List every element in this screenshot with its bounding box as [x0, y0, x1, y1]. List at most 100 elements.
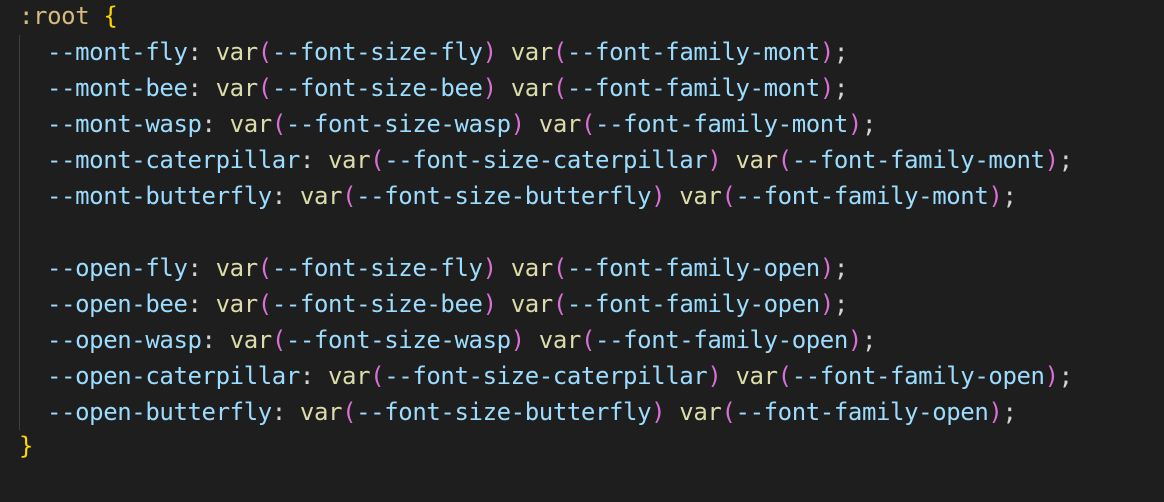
close-paren: ) — [482, 38, 497, 66]
var-function: var — [328, 146, 371, 174]
close-paren: ) — [988, 398, 1003, 426]
declaration-line[interactable]: --open-fly: var(--font-size-fly) var(--f… — [47, 250, 848, 286]
declaration-line[interactable]: --open-caterpillar: var(--font-size-cate… — [47, 358, 1073, 394]
open-paren: ( — [777, 362, 792, 390]
code-editor[interactable]: :root { --mont-fly: var(--font-size-fly)… — [0, 0, 1164, 502]
open-paren: ( — [552, 38, 567, 66]
var-function: var — [299, 182, 343, 210]
var-argument: --font-size-wasp — [285, 326, 511, 354]
var-argument: --font-family-open — [791, 362, 1045, 390]
code-line-1[interactable]: :root { — [19, 0, 118, 34]
open-paren: ( — [257, 290, 272, 318]
close-paren: ) — [1044, 362, 1059, 390]
var-function: var — [229, 110, 273, 138]
colon: : — [299, 362, 328, 390]
declaration-line[interactable]: --mont-wasp: var(--font-size-wasp) var(-… — [47, 106, 876, 142]
var-argument: --font-family-open — [566, 290, 820, 318]
var-function: var — [735, 146, 778, 174]
custom-property-name: --mont-bee — [47, 74, 188, 102]
colon: : — [201, 110, 230, 138]
var-argument: --font-size-butterfly — [356, 182, 652, 210]
close-paren: ) — [819, 254, 834, 282]
var-function: var — [215, 254, 259, 282]
close-brace: } — [19, 432, 34, 460]
close-paren: ) — [651, 182, 666, 210]
close-paren: ) — [819, 290, 834, 318]
var-argument: --font-family-open — [566, 254, 820, 282]
var-argument: --font-family-mont — [791, 146, 1045, 174]
open-paren: ( — [552, 290, 567, 318]
colon: : — [201, 326, 230, 354]
var-argument: --font-family-mont — [566, 38, 820, 66]
close-paren: ) — [847, 110, 862, 138]
custom-property-name: --mont-wasp — [47, 110, 202, 138]
declaration-line[interactable]: --mont-caterpillar: var(--font-size-cate… — [47, 142, 1073, 178]
open-paren: ( — [342, 398, 357, 426]
open-paren: ( — [257, 74, 272, 102]
open-paren: ( — [552, 254, 567, 282]
var-function: var — [538, 326, 582, 354]
var-function: var — [679, 398, 722, 426]
open-paren: ( — [777, 146, 792, 174]
custom-property-name: --mont-caterpillar — [47, 146, 300, 174]
open-paren: ( — [580, 326, 596, 354]
close-paren: ) — [988, 182, 1003, 210]
open-paren: ( — [271, 110, 286, 138]
declaration-line[interactable]: --mont-fly: var(--font-size-fly) var(--f… — [47, 34, 848, 70]
var-argument: --font-family-open — [735, 398, 989, 426]
close-paren: ) — [847, 326, 862, 354]
close-paren: ) — [819, 38, 834, 66]
code-line-close[interactable]: } — [19, 428, 33, 464]
open-paren: ( — [721, 398, 736, 426]
declaration-line[interactable]: --mont-butterfly: var(--font-size-butter… — [47, 178, 1017, 214]
var-function: var — [328, 362, 371, 390]
open-paren: ( — [257, 254, 272, 282]
close-paren: ) — [1044, 146, 1059, 174]
close-paren: ) — [482, 290, 497, 318]
close-paren: ) — [482, 254, 497, 282]
var-function: var — [538, 110, 582, 138]
custom-property-name: --open-caterpillar — [47, 362, 300, 390]
open-paren: ( — [342, 182, 357, 210]
declaration-line[interactable]: --mont-bee: var(--font-size-bee) var(--f… — [47, 70, 848, 106]
var-argument: --font-family-mont — [595, 110, 848, 138]
custom-property-name: --open-wasp — [47, 326, 202, 354]
open-paren: ( — [580, 110, 596, 138]
open-paren: ( — [370, 362, 385, 390]
semicolon: ; — [1058, 146, 1073, 174]
var-function: var — [510, 254, 554, 282]
indent-guide — [19, 35, 20, 430]
css-selector: :root — [19, 2, 90, 30]
close-paren: ) — [707, 362, 722, 390]
colon: : — [187, 290, 216, 318]
var-function: var — [299, 398, 343, 426]
colon: : — [271, 182, 300, 210]
close-paren: ) — [510, 326, 525, 354]
var-function: var — [215, 74, 259, 102]
declaration-line[interactable]: --open-bee: var(--font-size-bee) var(--f… — [47, 286, 848, 322]
var-argument: --font-size-bee — [271, 290, 483, 318]
semicolon: ; — [1002, 182, 1017, 210]
open-brace: { — [103, 2, 118, 30]
var-function: var — [215, 38, 259, 66]
var-argument: --font-family-mont — [735, 182, 989, 210]
semicolon: ; — [833, 74, 848, 102]
var-argument: --font-size-bee — [271, 74, 483, 102]
declaration-line[interactable]: --open-butterfly: var(--font-size-butter… — [47, 394, 1017, 430]
declaration-line[interactable]: --open-wasp: var(--font-size-wasp) var(-… — [47, 322, 876, 358]
custom-property-name: --open-fly — [47, 254, 188, 282]
colon: : — [299, 146, 328, 174]
var-argument: --font-size-caterpillar — [384, 146, 708, 174]
var-function: var — [510, 74, 554, 102]
var-function: var — [215, 290, 259, 318]
close-paren: ) — [510, 110, 525, 138]
open-paren: ( — [552, 74, 567, 102]
